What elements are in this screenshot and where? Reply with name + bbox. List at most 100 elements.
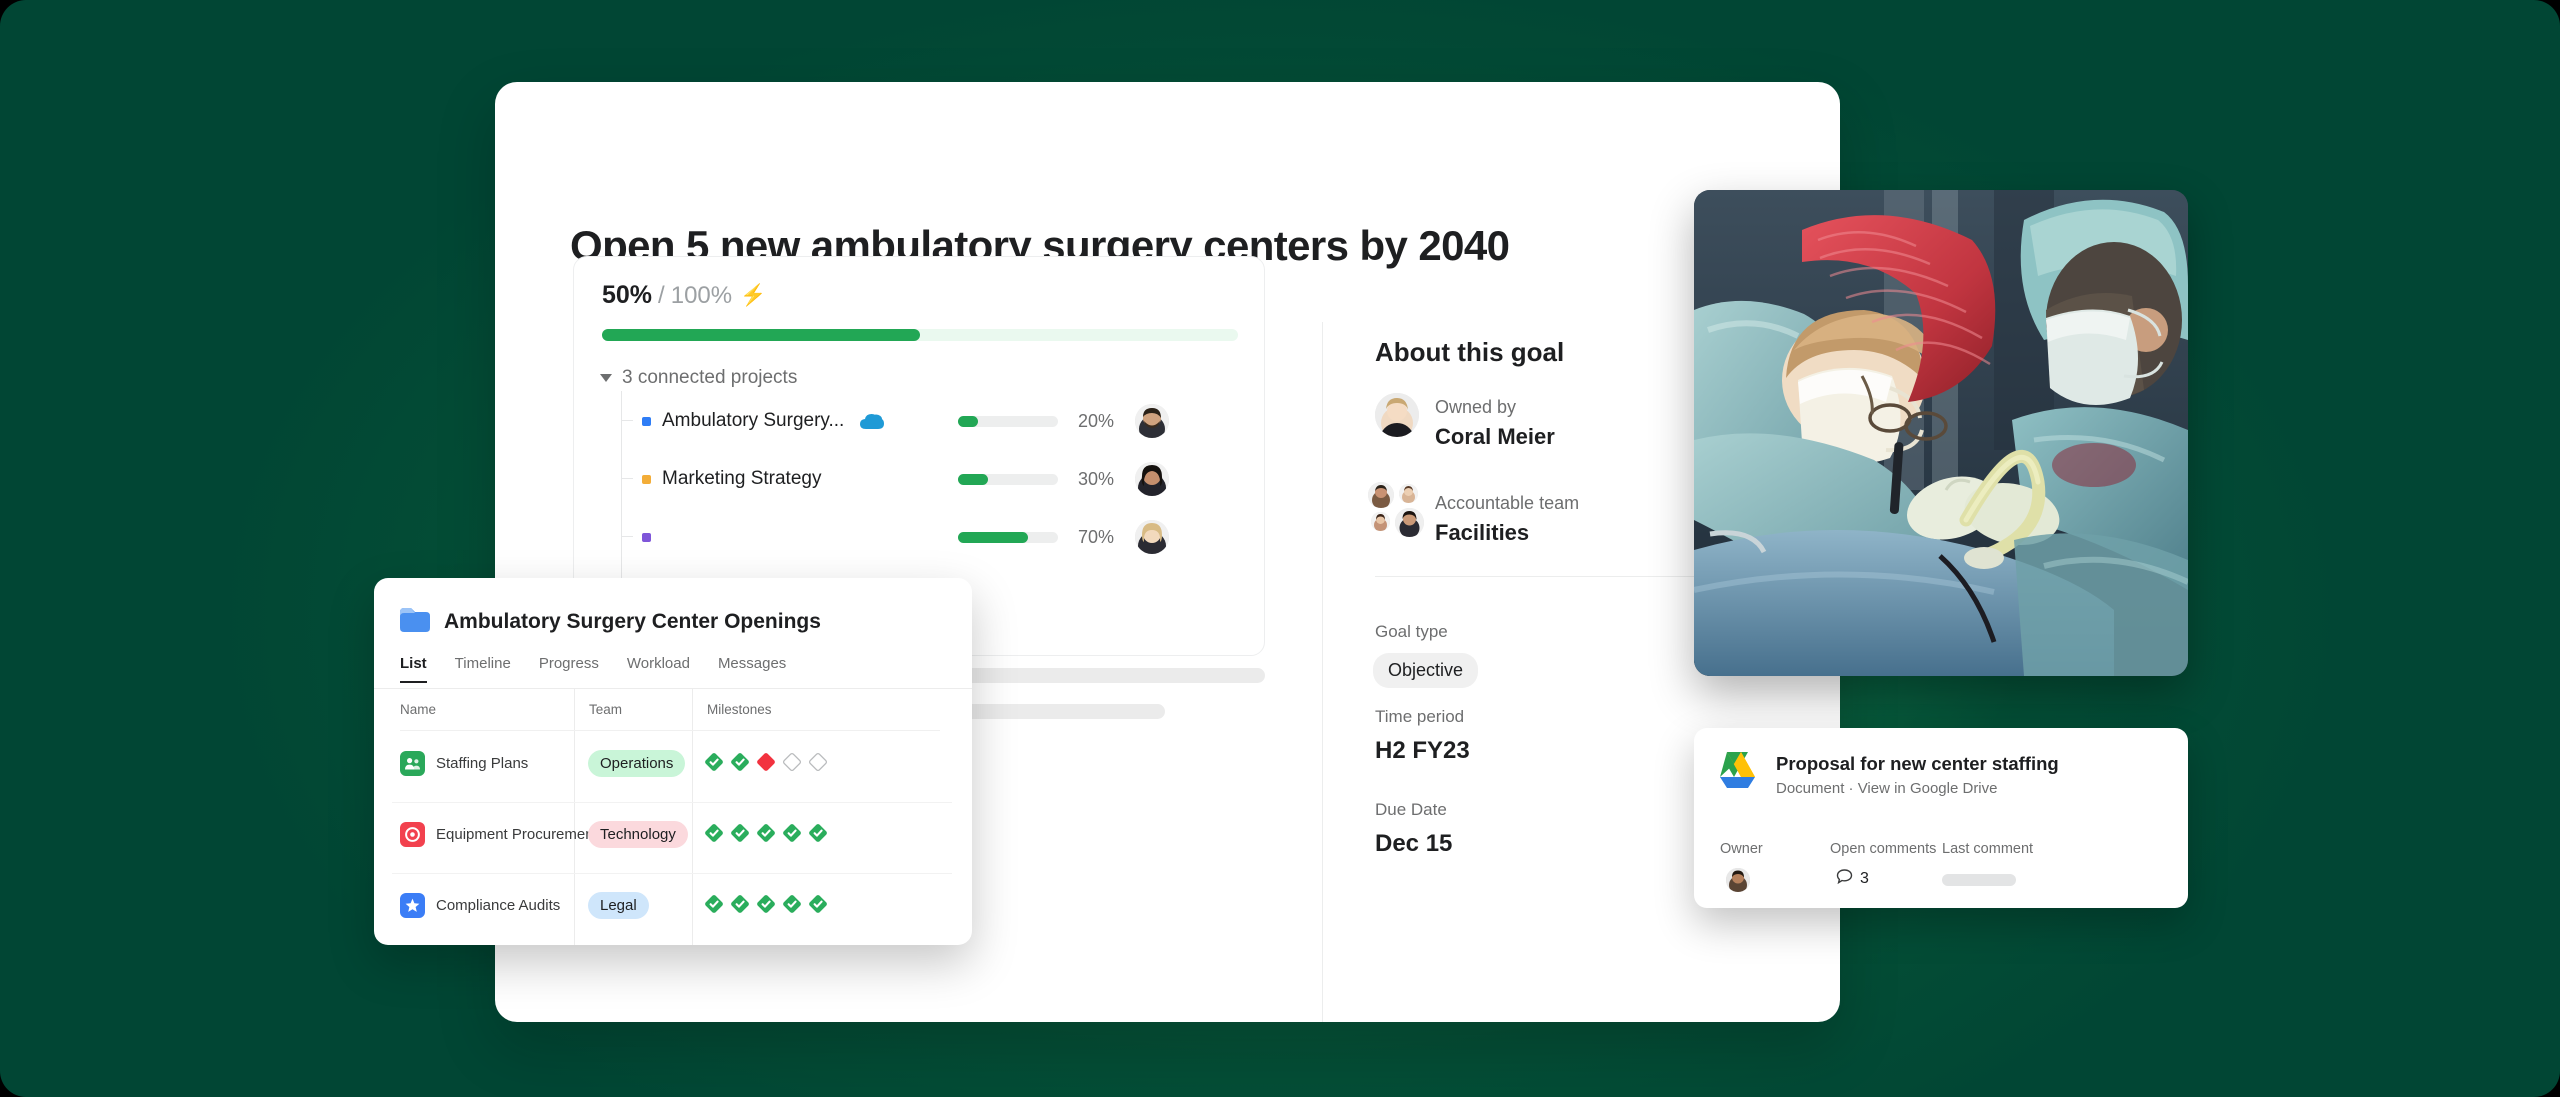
tab-timeline[interactable]: Timeline	[455, 655, 511, 683]
milestone-done-icon	[757, 824, 775, 842]
drive-owner-label: Owner	[1720, 841, 1763, 857]
accountable-team-avatars	[1368, 482, 1426, 540]
task-name: Compliance Audits	[436, 897, 561, 914]
drive-doc-title: Proposal for new center staffing	[1776, 753, 2059, 774]
accountable-team-label: Accountable team	[1435, 493, 1580, 513]
drive-doc-subtitle[interactable]: Document · View in Google Drive	[1776, 780, 2059, 797]
people-icon	[400, 751, 425, 776]
surgery-photo	[1694, 190, 2188, 676]
target-icon	[400, 822, 425, 847]
due-date-label: Due Date	[1375, 800, 1447, 819]
project-name: Marketing Strategy	[662, 468, 822, 489]
connected-project-row[interactable]: 70%	[600, 513, 1240, 561]
tab-messages[interactable]: Messages	[718, 655, 786, 683]
project-color-dot	[642, 474, 651, 484]
progress-target: 100%	[670, 281, 733, 309]
milestone-done-icon	[783, 895, 801, 913]
progress-separator: /	[658, 281, 665, 309]
milestone-done-icon	[757, 895, 775, 913]
about-heading: About this goal	[1375, 337, 1565, 367]
drive-open-comments: 3	[1836, 868, 1869, 890]
table-row[interactable]: Equipment Procurement Technology	[374, 802, 972, 873]
caret-down-icon[interactable]	[600, 374, 612, 382]
project-progress-bar	[958, 473, 1058, 485]
milestone-done-icon	[731, 753, 749, 771]
lightning-bolt-icon: ⚡	[740, 284, 767, 307]
project-color-dot	[642, 532, 651, 542]
team-avatar-2	[1399, 484, 1418, 503]
goal-progress-bar	[602, 329, 1238, 341]
star-icon	[400, 893, 425, 918]
tab-progress[interactable]: Progress	[539, 655, 599, 683]
progress-current: 50%	[602, 281, 653, 309]
project-progress-bar	[958, 415, 1058, 427]
connected-project-row[interactable]: Marketing Strategy 30%	[600, 455, 1240, 503]
milestone-done-icon	[705, 753, 723, 771]
project-title: Ambulatory Surgery Center Openings	[444, 609, 821, 633]
team-badge: Legal	[588, 892, 649, 919]
google-drive-icon	[1720, 750, 1762, 793]
drive-card-header: Proposal for new center staffing Documen…	[1720, 750, 2059, 797]
milestone-done-icon	[783, 824, 801, 842]
milestone-done-icon	[809, 824, 827, 842]
project-color-dot	[642, 416, 651, 426]
drive-last-label: Last comment	[1942, 841, 2034, 857]
project-percent: 30%	[1078, 468, 1115, 489]
project-progress-fill	[958, 531, 1028, 543]
goal-type-badge: Objective	[1373, 653, 1479, 688]
tree-tick	[621, 478, 633, 479]
team-badge: Operations	[588, 750, 686, 777]
project-progress-fill	[958, 415, 978, 427]
progress-percent-row: 50% / 100% ⚡	[602, 281, 766, 310]
screenshot-canvas: Open 5 new ambulatory surgery centers by…	[0, 0, 2560, 1097]
team-badge: Technology	[588, 821, 688, 848]
row-divider	[392, 873, 952, 874]
column-header-name: Name	[400, 702, 437, 717]
google-drive-card[interactable]: Proposal for new center staffing Documen…	[1694, 728, 2188, 908]
project-progress-fill	[958, 473, 988, 485]
milestone-empty-icon	[782, 752, 802, 772]
tab-workload[interactable]: Workload	[627, 655, 690, 683]
cloud-icon	[860, 413, 885, 430]
milestone-empty-icon	[808, 752, 828, 772]
column-divider	[1322, 322, 1323, 1022]
owner-name: Coral Meier	[1435, 424, 1555, 449]
folder-icon	[400, 606, 430, 637]
drive-owner-avatar	[1726, 868, 1750, 892]
owner-avatar	[1375, 393, 1419, 437]
drive-comments-label: Open comments	[1830, 841, 1937, 857]
tab-list[interactable]: List	[400, 655, 427, 683]
surgery-photo-card	[1694, 190, 2188, 676]
task-name: Staffing Plans	[436, 755, 529, 772]
tree-tick	[621, 536, 633, 537]
milestone-done-icon	[809, 895, 827, 913]
connected-projects-label: 3 connected projects	[622, 367, 798, 388]
team-avatar-4	[1395, 508, 1424, 537]
milestone-done-icon	[705, 824, 723, 842]
connected-projects-header[interactable]: 3 connected projects	[600, 367, 797, 389]
project-owner-avatar[interactable]	[1135, 462, 1169, 496]
project-percent: 70%	[1078, 526, 1115, 547]
milestone-group	[704, 752, 828, 772]
project-percent: 20%	[1078, 410, 1115, 431]
tabs-divider	[374, 688, 972, 689]
project-card-header: Ambulatory Surgery Center Openings	[400, 606, 821, 637]
accountable-team-name: Facilities	[1435, 520, 1530, 545]
column-header-team: Team	[589, 702, 623, 717]
project-owner-avatar[interactable]	[1135, 404, 1169, 438]
milestone-done-icon	[731, 824, 749, 842]
project-progress-bar	[958, 531, 1058, 543]
milestone-done-icon	[731, 895, 749, 913]
table-row[interactable]: Staffing Plans Operations	[374, 731, 972, 802]
comment-count: 3	[1860, 870, 1869, 887]
comment-icon	[1836, 868, 1853, 890]
last-comment-placeholder	[1942, 874, 2016, 886]
milestone-group	[704, 894, 828, 914]
project-detail-card: Ambulatory Surgery Center Openings List T…	[374, 578, 972, 945]
connected-project-row[interactable]: Ambulatory Surgery... 20%	[600, 397, 1240, 445]
row-divider	[392, 802, 952, 803]
due-date-value: Dec 15	[1375, 830, 1453, 857]
column-header-milestones: Milestones	[707, 702, 772, 717]
project-owner-avatar[interactable]	[1135, 520, 1169, 554]
table-row[interactable]: Compliance Audits Legal	[374, 873, 972, 944]
